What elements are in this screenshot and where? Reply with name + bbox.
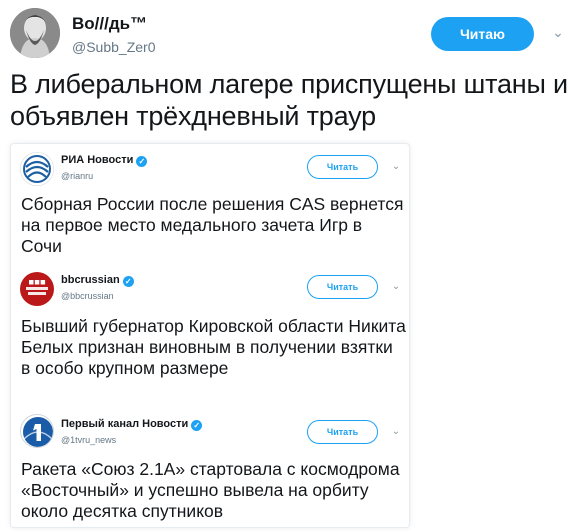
quoted-follow-button[interactable]: Читать <box>307 155 378 179</box>
ria-logo-icon <box>20 152 54 186</box>
chevron-down-icon[interactable]: ⌄ <box>389 160 403 174</box>
tweet-text: В либеральном лагере приспущены штаны и … <box>10 69 568 131</box>
display-name[interactable]: Во///дь™ <box>72 14 147 34</box>
avatar-portrait-icon <box>10 8 60 58</box>
quoted-author-name[interactable]: Первый канал Новости ✓ <box>61 418 203 431</box>
avatar[interactable] <box>10 8 60 58</box>
quoted-tweet-text: Бывший губернатор Кировской области Ники… <box>21 316 406 378</box>
quoted-author-handle[interactable]: @1tvru_news <box>61 435 116 445</box>
bbc-logo-icon <box>20 272 54 306</box>
quoted-follow-button[interactable]: Читать <box>307 275 378 299</box>
chevron-down-icon[interactable]: ⌄ <box>389 280 403 294</box>
quoted-follow-button[interactable]: Читать <box>307 420 378 444</box>
chevron-down-icon[interactable]: ⌄ <box>389 425 403 439</box>
quoted-author-name[interactable]: bbcrussian ✓ <box>61 274 134 287</box>
verified-badge-icon: ✓ <box>122 276 134 287</box>
chevron-down-icon[interactable]: ⌄ <box>548 22 568 42</box>
quoted-author-name[interactable]: РИА Новости ✓ <box>61 154 148 167</box>
quoted-author-handle[interactable]: @rianru <box>61 171 93 181</box>
user-handle[interactable]: @Subb_Zer0 <box>72 39 155 55</box>
quoted-tweets-image: РИА Новости ✓ @rianru Читать ⌄ Сборная Ро… <box>10 143 410 528</box>
tweet-header: Во///дь™ @Subb_Zer0 Читаю ⌄ <box>10 6 570 62</box>
verified-badge-icon: ✓ <box>136 156 148 167</box>
follow-button[interactable]: Читаю <box>431 17 534 51</box>
verified-badge-icon: ✓ <box>191 420 203 431</box>
quoted-tweet-text: Ракета «Союз 2.1А» стартовала с космодро… <box>21 459 400 521</box>
quoted-tweet-text: Сборная России после решения CAS вернетс… <box>21 194 404 256</box>
quoted-author-handle[interactable]: @bbcrussian <box>61 291 114 301</box>
channel-one-logo-icon <box>20 414 54 448</box>
